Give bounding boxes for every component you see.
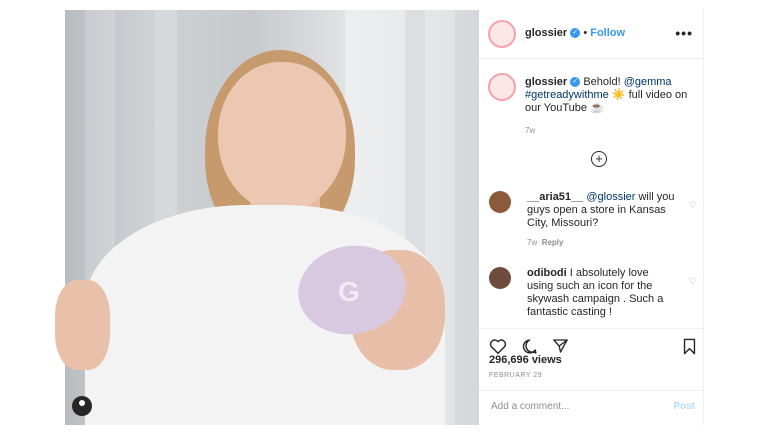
author-username[interactable]: glossier xyxy=(525,27,567,39)
verified-badge-icon: ✓ xyxy=(570,28,581,39)
comment-bubble-icon[interactable] xyxy=(521,338,538,355)
caption-username[interactable]: glossier xyxy=(525,76,567,88)
like-heart-icon[interactable] xyxy=(489,338,507,354)
like-comment-heart-icon[interactable]: ♡ xyxy=(689,275,697,288)
post-caption: glossier ✓ Behold! @gemma #getreadywithm… xyxy=(525,76,695,137)
comment-body: odibodi I absolutely love using such an … xyxy=(527,267,677,319)
commenter-avatar[interactable] xyxy=(489,191,511,213)
verified-badge-icon: ✓ xyxy=(570,77,581,88)
glossier-logo-mark: G xyxy=(338,276,360,307)
tagged-user-icon[interactable] xyxy=(72,396,92,416)
author-avatar[interactable] xyxy=(488,20,516,48)
add-comment-section: Post xyxy=(479,390,703,426)
like-comment-heart-icon[interactable]: ♡ xyxy=(689,199,697,212)
commenter-avatar[interactable] xyxy=(489,267,511,289)
load-more-comments-icon[interactable]: + xyxy=(591,151,607,167)
reply-button[interactable]: Reply xyxy=(542,238,564,247)
person-face xyxy=(218,62,346,212)
post-side-panel: glossier ✓ • Follow ••• glossier ✓ Behol… xyxy=(479,10,704,425)
caption-text: Behold! xyxy=(583,76,624,88)
caption-timestamp: 7w xyxy=(525,126,536,135)
more-options-icon[interactable]: ••• xyxy=(675,25,693,41)
follow-button[interactable]: Follow xyxy=(590,27,625,39)
save-bookmark-icon[interactable] xyxy=(682,338,697,355)
mention-link[interactable]: @gemma xyxy=(624,76,672,88)
add-comment-input[interactable] xyxy=(491,401,651,412)
post-date: FEBRUARY 29 xyxy=(489,372,543,379)
person-left-hand xyxy=(55,280,110,370)
commenter-username[interactable]: odibodi xyxy=(527,267,567,279)
caption-author-avatar[interactable] xyxy=(488,73,516,101)
comment-timestamp: 7w xyxy=(527,238,538,247)
commenter-username[interactable]: __aria51__ xyxy=(527,191,583,203)
share-paper-plane-icon[interactable] xyxy=(552,338,569,354)
hashtag-link[interactable]: #getreadywithme xyxy=(525,89,609,101)
mention-link[interactable]: @glossier xyxy=(586,191,635,203)
post-header: glossier ✓ • Follow ••• xyxy=(479,10,703,59)
view-count[interactable]: 296,696 views xyxy=(489,354,562,366)
post-comment-button[interactable]: Post xyxy=(673,401,695,412)
comment-body: __aria51__ @glossier will you guys open … xyxy=(527,191,677,249)
